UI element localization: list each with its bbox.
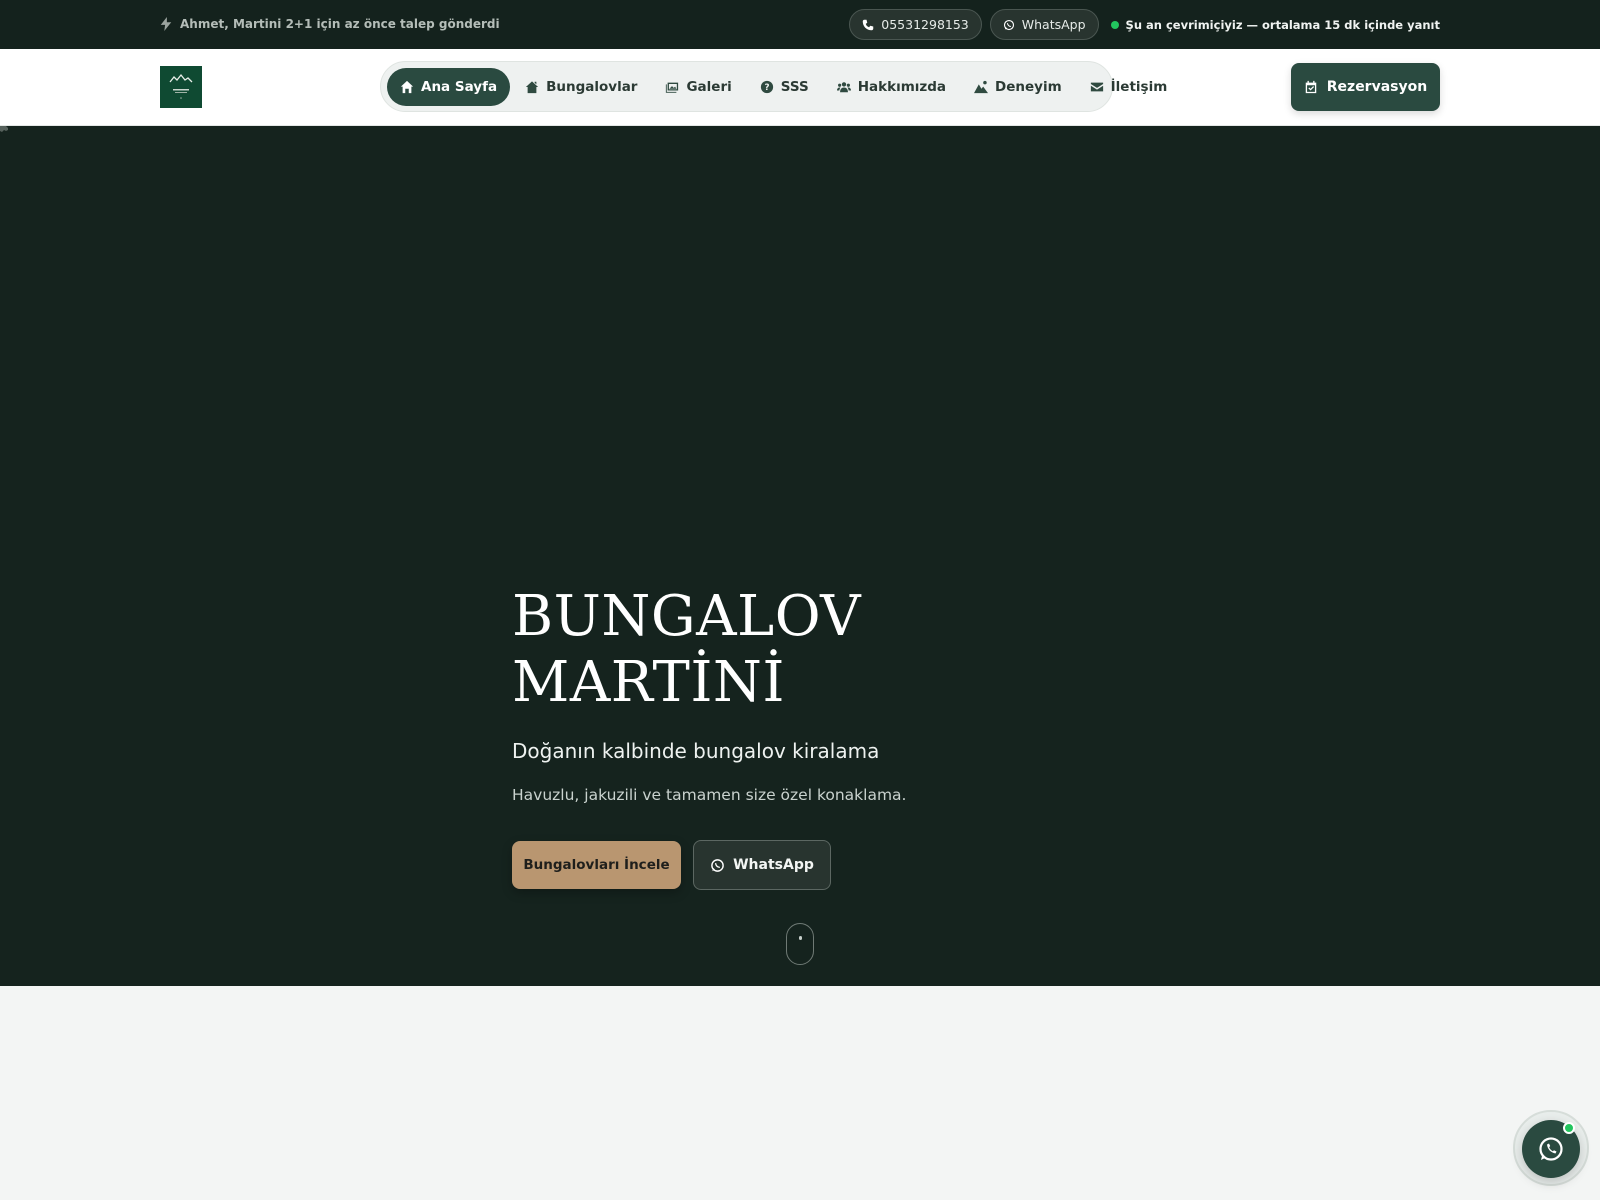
view-bungalows-label: Bungalovları İncele (523, 857, 670, 873)
phone-icon (863, 19, 874, 30)
hero-title-line-1: BUNGALOV (512, 584, 862, 649)
hero-title-line-2: MARTİNİ (512, 650, 786, 715)
nav-item-galeri[interactable]: Galeri (652, 68, 744, 106)
nav-item-label: Ana Sayfa (421, 78, 498, 95)
hero-section: BUNGALOV MARTİNİ Doğanın kalbinde bungal… (0, 126, 1600, 986)
hero-subtitle: Doğanın kalbinde bungalov kiralama (512, 739, 880, 763)
nav-item-bungalovlar[interactable]: Bungalovlar (512, 68, 650, 106)
bolt-icon (160, 17, 172, 31)
svg-text:?: ? (764, 83, 769, 93)
users-icon (836, 81, 851, 92)
reservation-label: Rezervasyon (1326, 79, 1428, 95)
view-bungalows-button[interactable]: Bungalovları İncele (512, 841, 681, 889)
whatsapp-icon (1003, 19, 1014, 30)
hero-whatsapp-button[interactable]: WhatsApp (693, 840, 831, 890)
recent-activity-notice: Ahmet, Martini 2+1 için az önce talep gö… (160, 17, 500, 31)
recent-activity-text: Ahmet, Martini 2+1 için az önce talep gö… (180, 17, 500, 31)
online-status-text: Şu an çevrimiçiyiz — ortalama 15 dk için… (1125, 17, 1440, 32)
nav-item-label: Bungalovlar (546, 78, 638, 95)
main-navbar: Ana Sayfa Bungalovlar Galeri ? SSS Hakkı… (0, 49, 1600, 126)
nav-item-sss[interactable]: ? SSS (747, 68, 822, 106)
images-icon (666, 82, 679, 93)
nav-item-label: Deneyim (995, 78, 1062, 95)
site-logo[interactable] (160, 66, 202, 108)
broken-image-icon (0, 126, 8, 132)
nav-item-label: Galeri (686, 78, 732, 95)
mouse-wheel-icon (799, 936, 802, 940)
hero-whatsapp-label: WhatsApp (733, 857, 814, 873)
mountain-logo-icon (169, 73, 193, 99)
online-status: Şu an çevrimiçiyiz — ortalama 15 dk için… (1110, 17, 1440, 32)
phone-button[interactable]: 05531298153 (849, 9, 982, 40)
scroll-down-indicator[interactable] (786, 923, 814, 965)
topbar-whatsapp-button[interactable]: WhatsApp (989, 9, 1099, 40)
hero-description: Havuzlu, jakuzili ve tamamen size özel k… (512, 786, 907, 804)
nav-item-label: SSS (780, 78, 809, 95)
nav-item-label: Hakkımızda (857, 78, 947, 95)
mountain-person-icon (974, 80, 989, 93)
nav-menu: Ana Sayfa Bungalovlar Galeri ? SSS Hakkı… (380, 61, 1167, 112)
whatsapp-icon (1539, 1137, 1563, 1161)
online-dot-icon (1110, 20, 1119, 29)
nav-item-label: İletişim (1110, 78, 1168, 95)
nav-item-hakkimizda[interactable]: Hakkımızda (824, 68, 959, 106)
phone-number: 05531298153 (881, 17, 969, 32)
envelope-icon (1090, 82, 1103, 91)
house-icon (525, 80, 539, 93)
online-indicator-dot (1563, 1122, 1575, 1134)
whatsapp-icon (711, 858, 724, 872)
question-circle-icon: ? (760, 80, 773, 93)
home-icon (400, 80, 414, 93)
topbar-whatsapp-label: WhatsApp (1021, 17, 1086, 32)
top-announcement-bar: Ahmet, Martini 2+1 için az önce talep gö… (0, 0, 1600, 49)
reservation-button[interactable]: Rezervasyon (1291, 63, 1440, 111)
nav-item-deneyim[interactable]: Deneyim (961, 68, 1075, 106)
hero-title: BUNGALOV MARTİNİ (512, 584, 861, 716)
nav-item-iletisim[interactable]: İletişim (1077, 68, 1181, 106)
calendar-check-icon (1305, 80, 1317, 94)
nav-item-ana-sayfa[interactable]: Ana Sayfa (387, 67, 511, 106)
